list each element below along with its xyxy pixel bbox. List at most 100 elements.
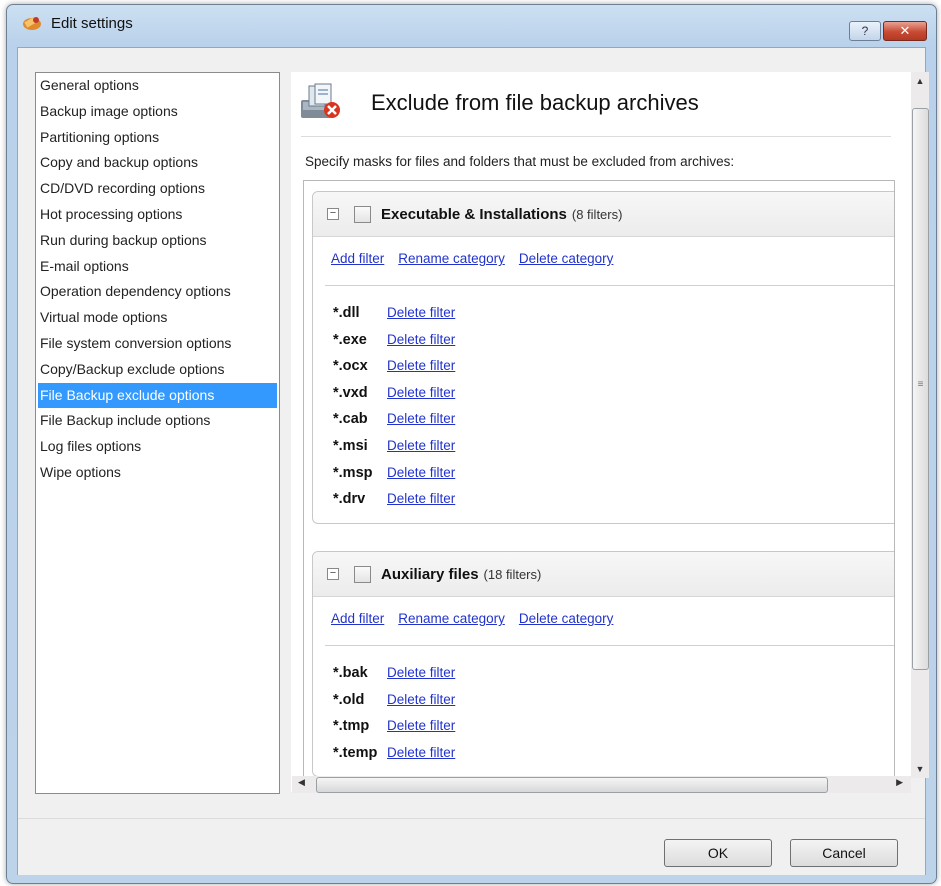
ok-button[interactable]: OK xyxy=(664,839,772,867)
category-name: Auxiliary files xyxy=(381,565,479,583)
filter-mask: *.drv xyxy=(333,491,366,508)
add-filter-link[interactable]: Add filter xyxy=(331,611,384,626)
filter-category: − Executable & Installations (8 filters) Ad… xyxy=(312,191,894,524)
file-backup-exclude-icon xyxy=(299,82,343,122)
filter-mask: *.ocx xyxy=(333,358,368,375)
delete-category-link[interactable]: Delete category xyxy=(519,251,614,266)
filter-row: *.msi Delete filter xyxy=(333,433,894,460)
settings-panel: Exclude from file backup archives Specif… xyxy=(291,72,911,792)
nav-item[interactable]: Run during backup options xyxy=(36,228,279,254)
filter-row: *.ocx Delete filter xyxy=(333,353,894,380)
collapse-icon[interactable]: − xyxy=(327,208,339,220)
filter-mask: *.exe xyxy=(333,331,367,348)
filter-row: *.bak Delete filter xyxy=(333,660,894,687)
nav-item[interactable]: General options xyxy=(36,73,279,99)
dialog-client-area: General options Backup image options Parti… xyxy=(17,47,929,875)
nav-item[interactable]: Copy and backup options xyxy=(36,150,279,176)
delete-filter-link[interactable]: Delete filter xyxy=(387,358,455,373)
nav-item[interactable]: File system conversion options xyxy=(36,331,279,357)
scroll-right-icon[interactable]: ▶ xyxy=(896,777,903,788)
filter-row: *.cab Delete filter xyxy=(333,406,894,433)
nav-item[interactable]: CD/DVD recording options xyxy=(36,176,279,202)
app-icon xyxy=(21,14,43,32)
nav-item[interactable]: E-mail options xyxy=(36,254,279,280)
category-checkbox[interactable] xyxy=(354,565,371,583)
filter-mask: *.msi xyxy=(333,437,368,454)
nav-item[interactable]: Copy/Backup exclude options xyxy=(36,357,279,383)
scroll-left-icon[interactable]: ◀ xyxy=(298,777,305,788)
delete-filter-link[interactable]: Delete filter xyxy=(387,438,455,453)
nav-item[interactable]: Backup image options xyxy=(36,99,279,125)
vertical-scrollbar[interactable]: ▲ ≡ ▼ xyxy=(911,72,929,778)
filter-row: *.drv Delete filter xyxy=(333,486,894,513)
filter-mask: *.bak xyxy=(333,665,368,681)
add-filter-link[interactable]: Add filter xyxy=(331,251,384,266)
filter-row: *.old Delete filter xyxy=(333,687,894,714)
category-header: − Executable & Installations (8 filters) xyxy=(313,192,894,237)
cancel-button[interactable]: Cancel xyxy=(790,839,898,867)
category-checkbox[interactable] xyxy=(354,205,371,223)
nav-item[interactable]: Partitioning options xyxy=(36,125,279,151)
delete-filter-link[interactable]: Delete filter xyxy=(387,465,455,480)
filter-list: *.dll Delete filter *.exe Delete filter *.oc… xyxy=(313,286,894,523)
close-button[interactable]: ✕ xyxy=(883,21,927,41)
nav-item[interactable]: Log files options xyxy=(36,434,279,460)
delete-filter-link[interactable]: Delete filter xyxy=(387,332,455,347)
filter-mask: *.tmp xyxy=(333,718,370,735)
category-actions: Add filter Rename category Delete category xyxy=(313,237,894,277)
category-filter-count: (18 filters) xyxy=(483,566,542,582)
filter-categories: − Executable & Installations (8 filters) Ad… xyxy=(303,180,895,782)
delete-filter-link[interactable]: Delete filter xyxy=(387,411,455,426)
filter-mask: *.dll xyxy=(333,305,360,321)
delete-category-link[interactable]: Delete category xyxy=(519,611,614,626)
dialog-footer: OK Cancel xyxy=(18,818,925,875)
window-title: Edit settings xyxy=(51,14,133,32)
nav-item[interactable]: File Backup include options xyxy=(36,408,279,434)
edit-settings-dialog: Edit settings ? ✕ General options Backup … xyxy=(6,4,937,884)
scroll-down-icon[interactable]: ▼ xyxy=(911,764,929,774)
category-filter-count: (8 filters) xyxy=(571,206,623,222)
filter-row: *.vxd Delete filter xyxy=(333,380,894,407)
header-divider xyxy=(301,136,891,137)
filter-row: *.msp Delete filter xyxy=(333,460,894,487)
delete-filter-link[interactable]: Delete filter xyxy=(387,692,455,707)
instructions-text: Specify masks for files and folders that… xyxy=(305,154,735,169)
delete-filter-link[interactable]: Delete filter xyxy=(387,385,455,400)
page-header: Exclude from file backup archives xyxy=(291,72,891,132)
filter-row: *.dll Delete filter xyxy=(333,300,894,327)
delete-filter-link[interactable]: Delete filter xyxy=(387,665,455,680)
nav-item[interactable]: Wipe options xyxy=(36,460,279,486)
rename-category-link[interactable]: Rename category xyxy=(398,611,505,626)
rename-category-link[interactable]: Rename category xyxy=(398,251,505,266)
filter-mask: *.msp xyxy=(333,464,373,481)
delete-filter-link[interactable]: Delete filter xyxy=(387,305,455,320)
nav-item[interactable]: File Backup exclude options xyxy=(38,382,277,409)
filter-mask: *.cab xyxy=(333,411,368,428)
filter-mask: *.old xyxy=(333,691,365,708)
collapse-icon[interactable]: − xyxy=(327,568,339,580)
filter-row: *.temp Delete filter xyxy=(333,740,894,767)
vertical-scroll-thumb[interactable]: ≡ xyxy=(912,108,929,670)
title-bar[interactable]: Edit settings ? ✕ xyxy=(7,5,936,41)
delete-filter-link[interactable]: Delete filter xyxy=(387,718,455,733)
help-button[interactable]: ? xyxy=(849,21,881,41)
nav-item[interactable]: Virtual mode options xyxy=(36,305,279,331)
horizontal-scroll-thumb[interactable] xyxy=(316,777,828,793)
category-actions: Add filter Rename category Delete category xyxy=(313,597,894,637)
grip-icon: ≡ xyxy=(917,379,924,390)
settings-category-list: General options Backup image options Parti… xyxy=(35,72,280,794)
horizontal-scrollbar[interactable]: ◀ ▶ xyxy=(292,776,911,793)
scroll-up-icon[interactable]: ▲ xyxy=(911,76,929,86)
filter-row: *.tmp Delete filter xyxy=(333,713,894,740)
filter-mask: *.temp xyxy=(333,744,378,761)
delete-filter-link[interactable]: Delete filter xyxy=(387,745,455,760)
category-header: − Auxiliary files (18 filters) xyxy=(313,552,894,597)
delete-filter-link[interactable]: Delete filter xyxy=(387,491,455,506)
filter-list: *.bak Delete filter *.old Delete filter *.tm… xyxy=(313,646,894,776)
category-name: Executable & Installations xyxy=(381,205,567,223)
nav-item[interactable]: Hot processing options xyxy=(36,202,279,228)
filter-category: − Auxiliary files (18 filters) Add filter Re… xyxy=(312,551,894,778)
nav-item[interactable]: Operation dependency options xyxy=(36,279,279,305)
filter-row: *.exe Delete filter xyxy=(333,327,894,354)
filter-mask: *.vxd xyxy=(333,384,368,401)
